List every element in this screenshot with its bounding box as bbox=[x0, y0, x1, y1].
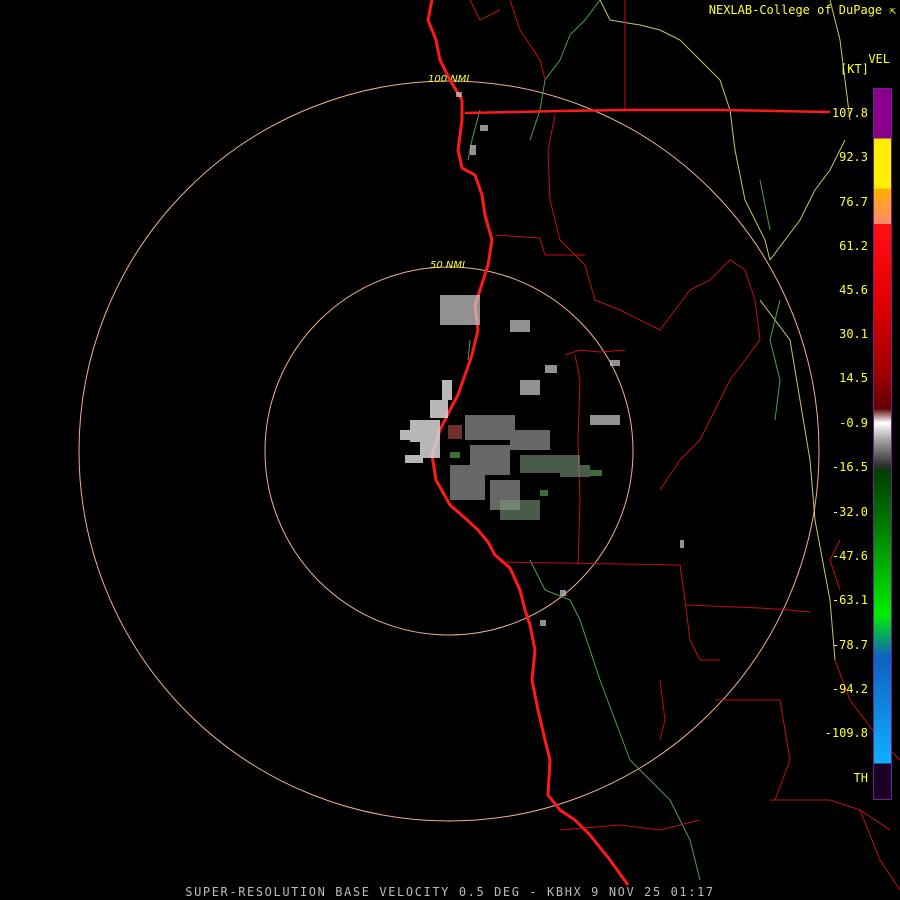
legend-tick: 30.1 bbox=[839, 327, 868, 341]
radar-map: 100 NMI 50 NMI bbox=[78, 0, 900, 891]
range-ring-100nmi bbox=[78, 80, 820, 822]
legend-tick: -32.0 bbox=[831, 505, 868, 519]
radar-echoes bbox=[400, 92, 684, 626]
legend-tick: 107.8 bbox=[831, 106, 868, 120]
velocity-color-bar bbox=[873, 88, 892, 800]
legend-tick: -109.8 bbox=[824, 726, 868, 740]
legend-tick: 92.3 bbox=[839, 150, 868, 164]
legend-tick: 45.6 bbox=[839, 283, 868, 297]
state-line bbox=[464, 108, 831, 115]
ring-label-50: 50 NMI bbox=[430, 260, 465, 271]
legend-product: VEL bbox=[868, 52, 890, 66]
legend-tick: 76.7 bbox=[839, 195, 868, 209]
credit-label: NEXLAB-College of DuPage ⇱ bbox=[708, 3, 896, 17]
legend-tick: -0.9 bbox=[839, 416, 868, 430]
legend-tick: -63.1 bbox=[831, 593, 868, 607]
legend-tick: -78.7 bbox=[831, 638, 868, 652]
external-link-icon[interactable]: ⇱ bbox=[889, 4, 896, 17]
legend-tick: TH bbox=[853, 771, 868, 785]
legend-tick: -94.2 bbox=[831, 682, 868, 696]
legend-tick: 14.5 bbox=[839, 371, 868, 385]
legend-tick: 61.2 bbox=[839, 239, 868, 253]
legend-tick: -16.5 bbox=[831, 460, 868, 474]
legend-unit: [KT] bbox=[840, 62, 869, 76]
product-footer: SUPER-RESOLUTION BASE VELOCITY 0.5 DEG -… bbox=[185, 885, 715, 899]
legend-tick: -47.6 bbox=[831, 549, 868, 563]
